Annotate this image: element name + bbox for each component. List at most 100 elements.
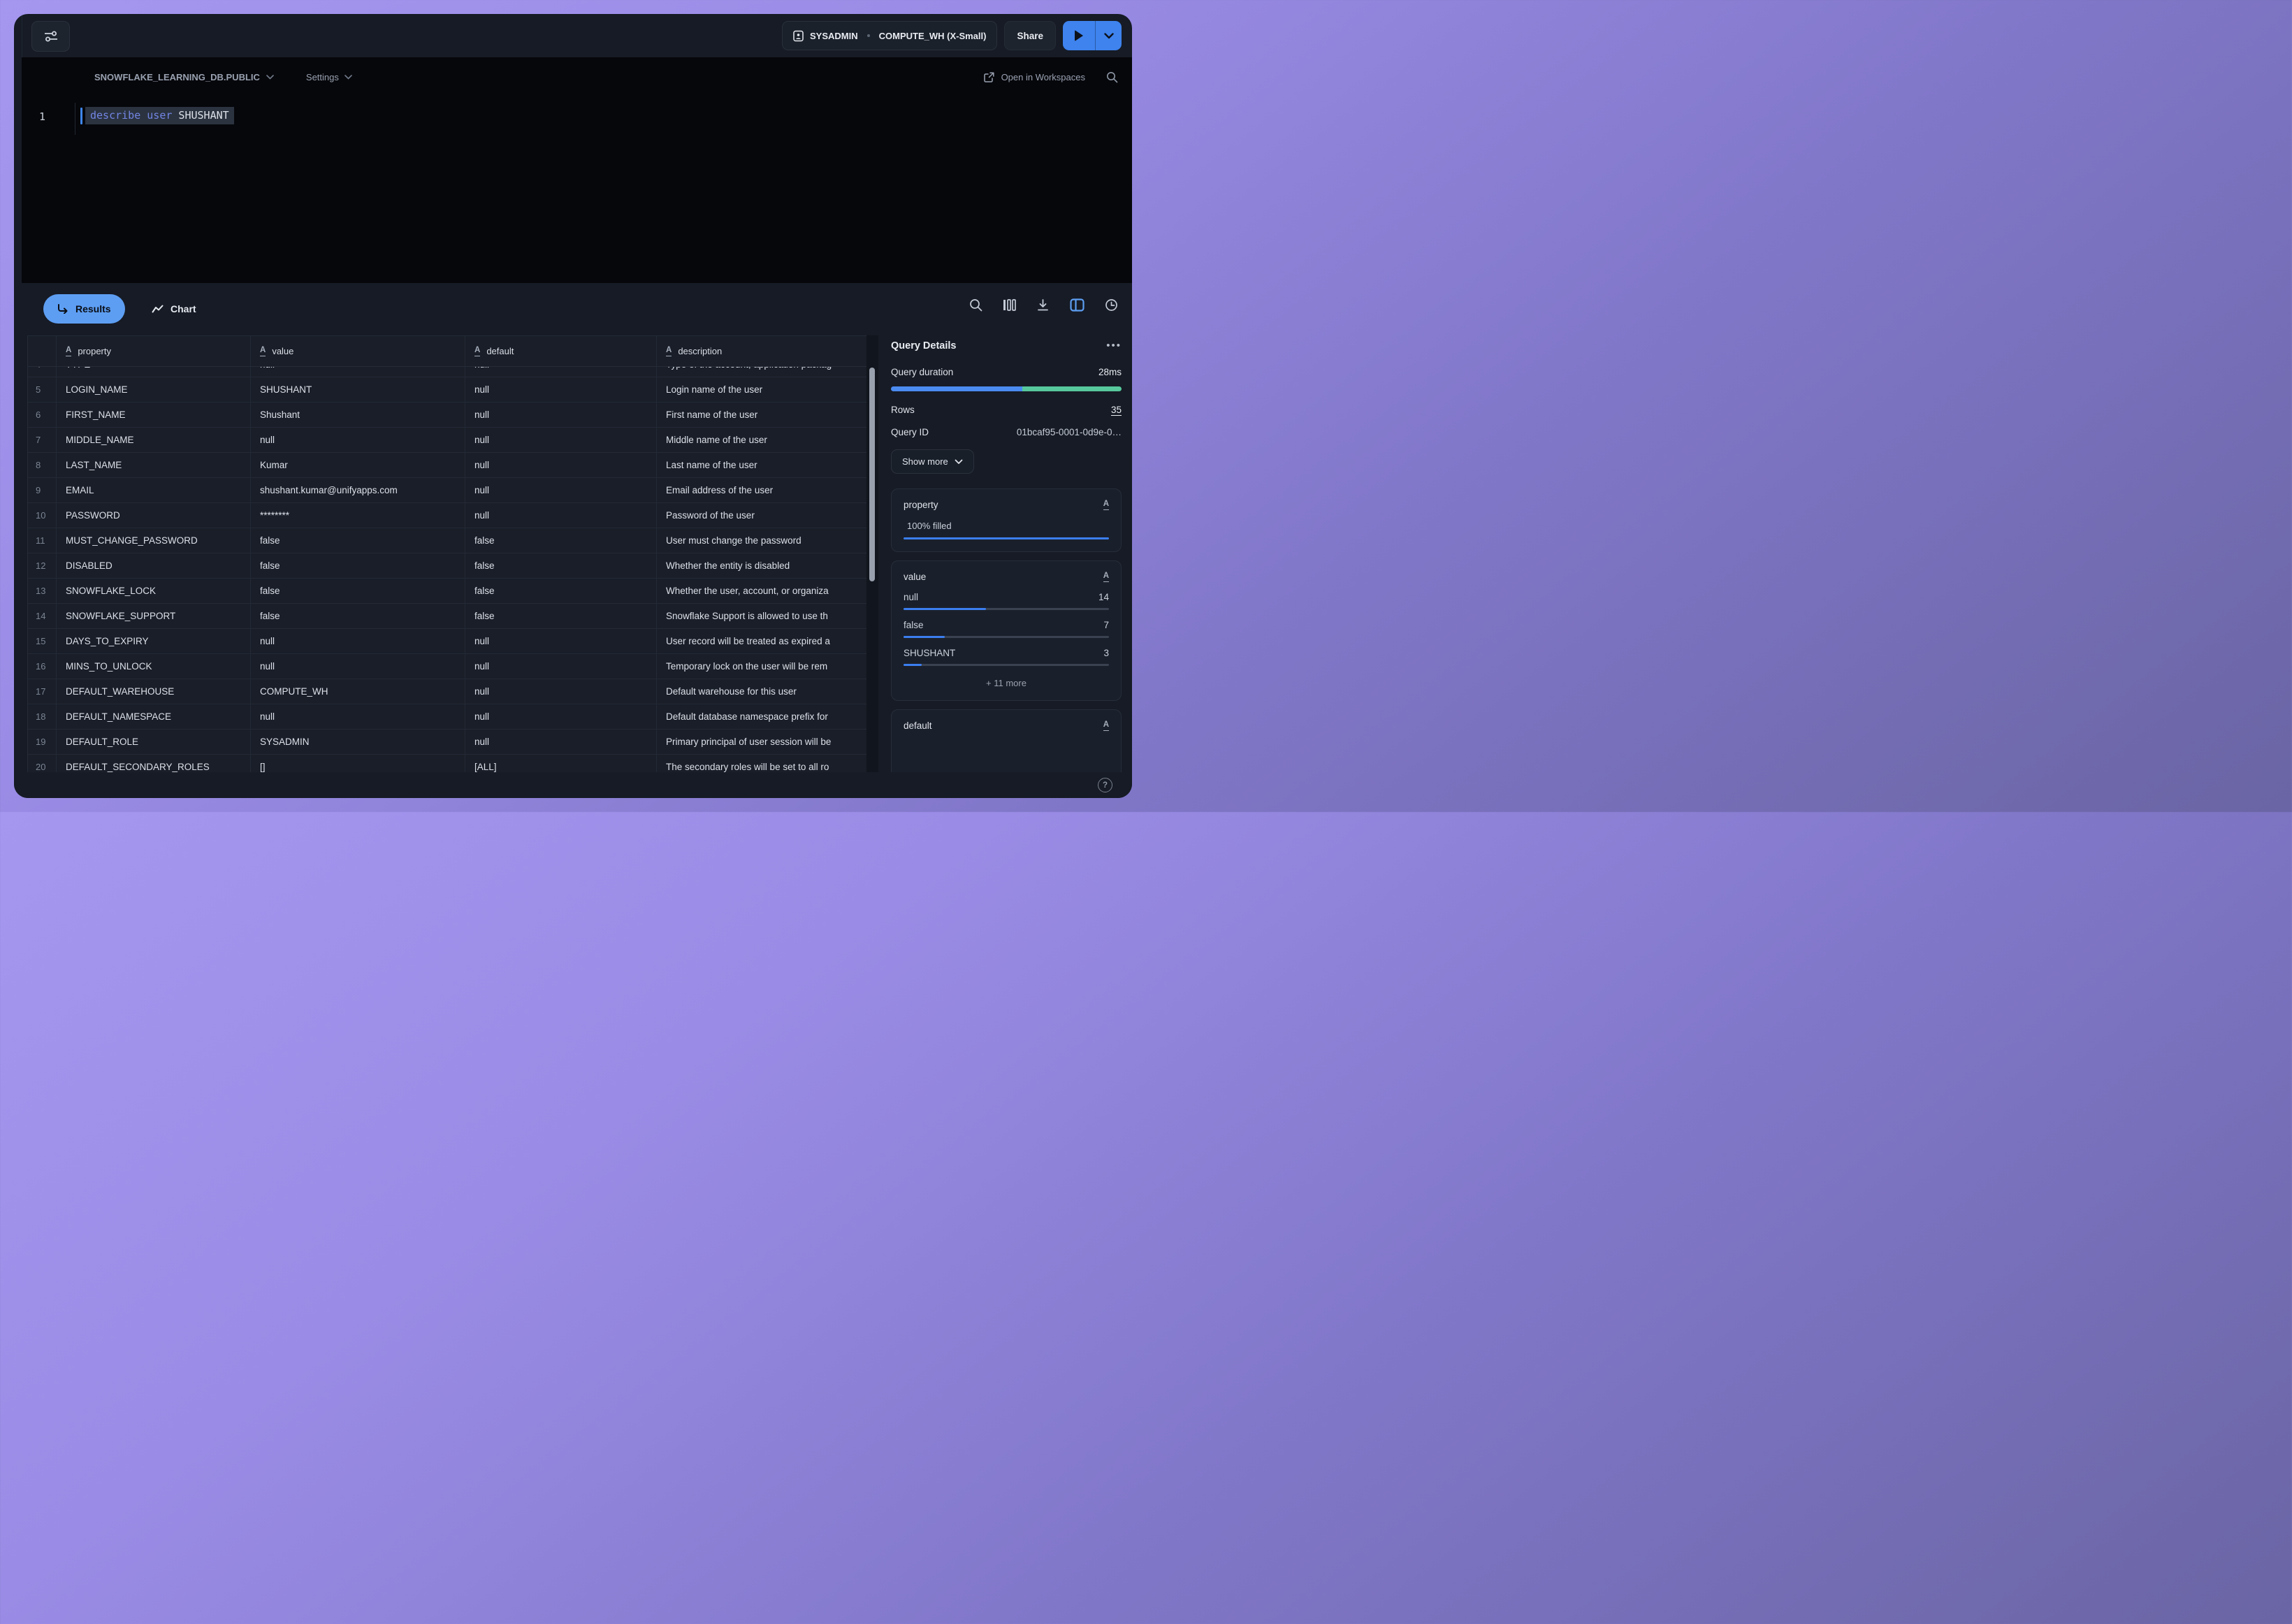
cell-description[interactable]: User record will be treated as expired a [657,629,878,653]
column-card-default[interactable]: default A [891,709,1122,772]
column-header-description[interactable]: A description [657,336,878,366]
cell-value[interactable]: false [251,528,465,553]
cell-value[interactable]: false [251,553,465,578]
more-menu-icon[interactable]: ••• [1106,342,1122,349]
cell-description[interactable]: User must change the password [657,528,878,553]
cell-default[interactable]: null [465,453,657,477]
cell-value[interactable]: null [251,704,465,729]
cell-description[interactable]: Snowflake Support is allowed to use th [657,604,878,628]
rows-value[interactable]: 35 [1111,405,1122,415]
cell-default[interactable]: false [465,604,657,628]
cell-default[interactable]: null [465,403,657,427]
cell-property[interactable]: DEFAULT_ROLE [57,730,251,754]
cell-property[interactable]: SNOWFLAKE_SUPPORT [57,604,251,628]
cell-default[interactable]: null [465,367,657,377]
cell-value[interactable]: null [251,629,465,653]
cell-property[interactable]: SNOWFLAKE_LOCK [57,579,251,603]
cell-default[interactable]: null [465,478,657,502]
show-more-button[interactable]: Show more [891,449,974,474]
columns-icon[interactable] [1003,298,1016,312]
column-header-value[interactable]: A value [251,336,465,366]
cell-property[interactable]: MIDDLE_NAME [57,428,251,452]
cell-description[interactable]: Last name of the user [657,453,878,477]
role-warehouse-selector[interactable]: SYSADMIN COMPUTE_WH (X-Small) [782,21,997,50]
column-header-property[interactable]: A property [57,336,251,366]
cell-description[interactable]: The secondary roles will be set to all r… [657,755,878,772]
cell-description[interactable]: Middle name of the user [657,428,878,452]
cell-property[interactable]: DEFAULT_NAMESPACE [57,704,251,729]
cell-value[interactable]: [] [251,755,465,772]
cell-description[interactable]: Password of the user [657,503,878,528]
cell-description[interactable]: Whether the user, account, or organiza [657,579,878,603]
cell-description[interactable]: Email address of the user [657,478,878,502]
cell-description[interactable]: First name of the user [657,403,878,427]
cell-value[interactable]: shushant.kumar@unifyapps.com [251,478,465,502]
cell-property[interactable]: DEFAULT_WAREHOUSE [57,679,251,704]
column-card-property[interactable]: property A 100% filled [891,488,1122,552]
cell-property[interactable]: TYPE [57,367,251,377]
editor-settings-menu[interactable]: Settings [306,72,352,82]
cell-description[interactable]: Login name of the user [657,377,878,402]
cell-default[interactable]: null [465,679,657,704]
cell-property[interactable]: DAYS_TO_EXPIRY [57,629,251,653]
cell-description[interactable]: Default warehouse for this user [657,679,878,704]
database-schema-selector[interactable]: SNOWFLAKE_LEARNING_DB.PUBLIC [94,72,274,82]
cell-property[interactable]: MUST_CHANGE_PASSWORD [57,528,251,553]
cell-value[interactable]: null [251,654,465,679]
share-button[interactable]: Share [1004,21,1056,50]
results-search-icon[interactable] [969,298,982,312]
cell-property[interactable]: FIRST_NAME [57,403,251,427]
cell-property[interactable]: LOGIN_NAME [57,377,251,402]
cell-value[interactable]: ******** [251,503,465,528]
query-id-link[interactable]: 01bcaf95-0001-0d9e-0… [1017,427,1122,437]
cell-default[interactable]: null [465,428,657,452]
value-distribution-item[interactable]: false 7 [904,620,1109,638]
cell-default[interactable]: null [465,377,657,402]
tab-results[interactable]: Results [43,294,125,324]
sql-editor[interactable]: SNOWFLAKE_LEARNING_DB.PUBLIC Settings [22,57,1132,283]
help-button[interactable]: ? [1098,778,1112,792]
cell-description[interactable]: Temporary lock on the user will be rem [657,654,878,679]
column-header-default[interactable]: A default [465,336,657,366]
column-card-value[interactable]: value A null 14 false 7 SHUSHANT [891,560,1122,701]
cell-default[interactable]: false [465,528,657,553]
cell-value[interactable]: false [251,604,465,628]
cell-property[interactable]: LAST_NAME [57,453,251,477]
download-icon[interactable] [1036,298,1050,312]
cell-default[interactable]: false [465,553,657,578]
cell-value[interactable]: false [251,579,465,603]
cell-property[interactable]: EMAIL [57,478,251,502]
cell-property[interactable]: DISABLED [57,553,251,578]
scrollbar-thumb[interactable] [869,368,875,581]
cell-default[interactable]: null [465,503,657,528]
open-in-workspaces-button[interactable]: Open in Workspaces [984,72,1085,82]
cell-property[interactable]: PASSWORD [57,503,251,528]
cell-value[interactable]: null [251,428,465,452]
value-distribution-item[interactable]: SHUSHANT 3 [904,648,1109,666]
editor-search-icon[interactable] [1106,71,1118,83]
cell-value[interactable]: COMPUTE_WH [251,679,465,704]
cell-property[interactable]: MINS_TO_UNLOCK [57,654,251,679]
cell-default[interactable]: [ALL] [465,755,657,772]
worksheet-settings-button[interactable] [31,21,70,52]
table-scrollbar[interactable] [866,335,878,772]
cell-value[interactable]: Shushant [251,403,465,427]
cell-value[interactable]: SYSADMIN [251,730,465,754]
cell-description[interactable]: Type of the account, application packag [657,367,878,377]
show-more-values-button[interactable]: + 11 more [904,678,1109,688]
run-button[interactable] [1063,21,1096,50]
details-panel-toggle-icon[interactable] [1070,298,1085,312]
cell-value[interactable]: SHUSHANT [251,377,465,402]
run-options-button[interactable] [1096,21,1122,50]
cell-description[interactable]: Default database namespace prefix for [657,704,878,729]
cell-default[interactable]: null [465,704,657,729]
cell-property[interactable]: DEFAULT_SECONDARY_ROLES [57,755,251,772]
cell-default[interactable]: false [465,579,657,603]
cell-default[interactable]: null [465,629,657,653]
cell-description[interactable]: Primary principal of user session will b… [657,730,878,754]
cell-value[interactable]: null [251,367,465,377]
code-line-selected[interactable]: describe user SHUSHANT [85,107,234,124]
code-area[interactable]: 1 describe user SHUSHANT [22,106,1132,136]
cell-description[interactable]: Whether the entity is disabled [657,553,878,578]
cell-default[interactable]: null [465,730,657,754]
